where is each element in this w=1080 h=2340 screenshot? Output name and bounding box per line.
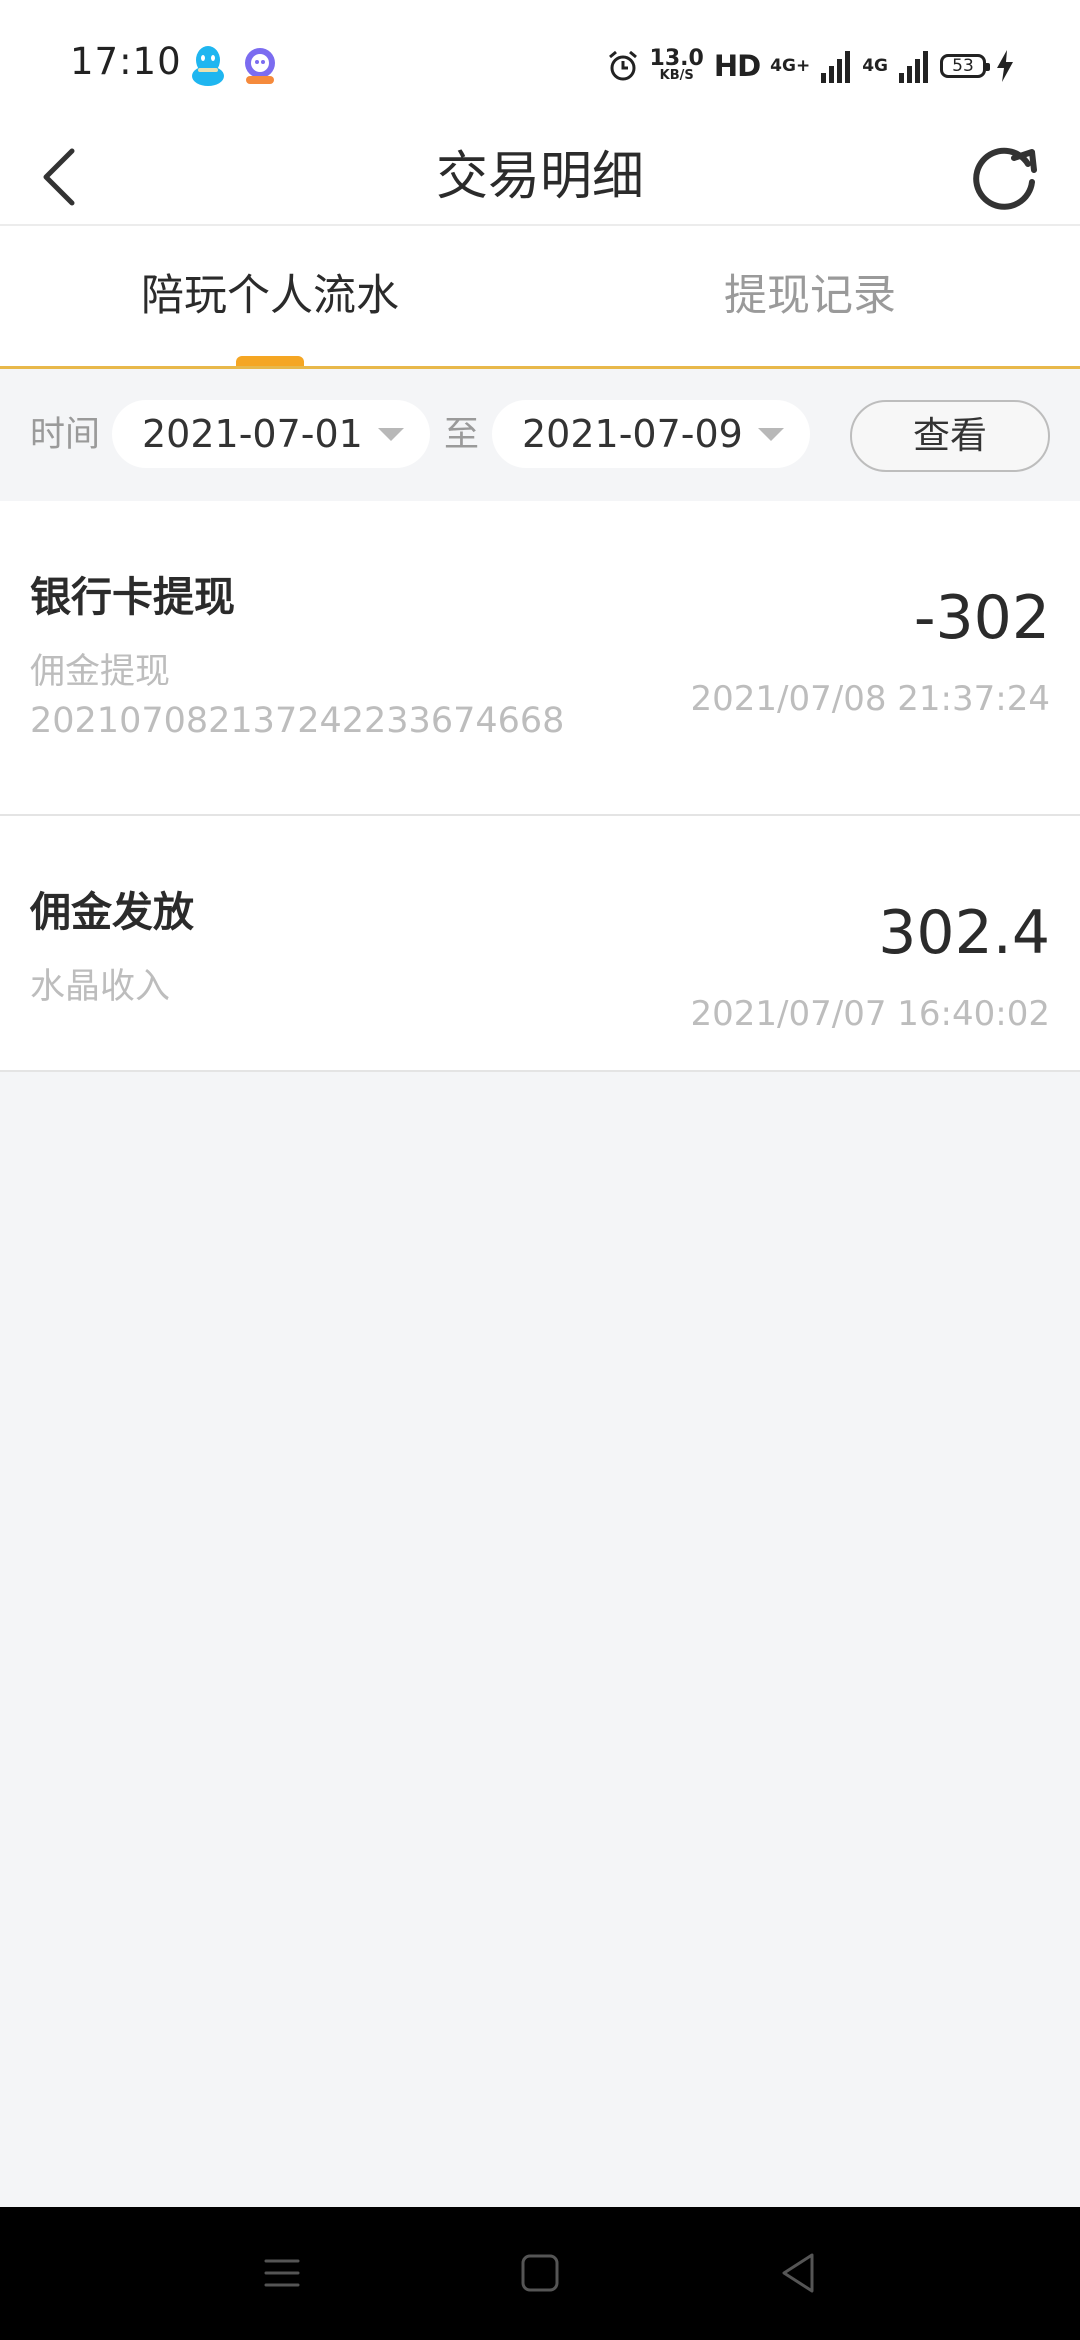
back-nav-button[interactable] (768, 2243, 828, 2303)
transaction-time: 2021/07/07 16:40:02 (690, 994, 1050, 1034)
signal-icon (898, 49, 930, 83)
transaction-category: 佣金提现 (30, 652, 171, 692)
date-filter-bar: 时间 2021-07-01 至 2021-07-09 查看 (0, 369, 1080, 501)
system-nav-bar (0, 2207, 1080, 2340)
menu-icon (264, 2259, 300, 2287)
alarm-icon (606, 49, 640, 83)
nav-bar: 交易明细 (0, 130, 1080, 226)
transaction-title: 佣金发放 (30, 888, 194, 936)
tab-withdraw-records[interactable]: 提现记录 (540, 226, 1080, 366)
transaction-row[interactable]: 银行卡提现 佣金提现 20210708213724223367466​8 -30… (0, 501, 1080, 816)
signal-2-label: 4G (862, 56, 888, 76)
tab-personal-flow[interactable]: 陪玩个人流水 (0, 226, 540, 366)
back-triangle-icon (782, 2253, 814, 2293)
tab-label: 提现记录 (724, 271, 896, 321)
menu-button[interactable] (252, 2243, 312, 2303)
transaction-amount: 302.4 (878, 898, 1050, 968)
refresh-icon (973, 147, 1037, 210)
hd-label: HD (713, 49, 761, 83)
refresh-button[interactable] (960, 130, 1050, 224)
time-label: 时间 (30, 415, 101, 455)
transaction-time: 2021/07/08 21:37:24 (690, 679, 1050, 719)
transaction-title: 银行卡提现 (30, 573, 235, 621)
app-icon (238, 44, 282, 88)
status-time: 17:10 (70, 40, 182, 83)
charging-icon (996, 50, 1014, 82)
caret-down-icon (758, 428, 784, 441)
tab-label: 陪玩个人流水 (141, 271, 399, 321)
start-date-picker[interactable]: 2021-07-01 (112, 400, 430, 468)
start-date-value: 2021-07-01 (142, 412, 363, 456)
transaction-amount: -302 (913, 583, 1050, 653)
tab-indicator (236, 356, 304, 366)
to-label: 至 (444, 415, 480, 455)
caret-down-icon (378, 428, 404, 441)
screen: 17:10 13.0 KB/S HD 4G+ 4G 53 交易明细 陪玩个人流水… (0, 0, 1080, 2340)
home-button[interactable] (510, 2243, 570, 2303)
status-icons: 13.0 KB/S HD 4G+ 4G 53 (606, 44, 1014, 88)
tab-bar: 陪玩个人流水 提现记录 (0, 226, 1080, 369)
page-title: 交易明细 (435, 147, 644, 207)
qq-icon (188, 44, 228, 88)
transaction-order-no: 20210708213724223367466​8 (30, 701, 565, 741)
status-bar: 17:10 13.0 KB/S HD 4G+ 4G 53 (0, 0, 1080, 130)
transaction-category: 水晶收入 (30, 967, 171, 1007)
signal-icon (820, 49, 852, 83)
end-date-value: 2021-07-09 (522, 412, 743, 456)
end-date-picker[interactable]: 2021-07-09 (492, 400, 810, 468)
transaction-row[interactable]: 佣金发放 水晶收入 302.4 2021/07/07 16:40:02 (0, 816, 1080, 1072)
net-speed: 13.0 KB/S (649, 46, 704, 83)
view-button[interactable]: 查看 (850, 400, 1050, 472)
signal-1-label: 4G+ (770, 56, 811, 76)
home-square-icon (521, 2254, 559, 2292)
battery-indicator: 53 (940, 54, 990, 78)
